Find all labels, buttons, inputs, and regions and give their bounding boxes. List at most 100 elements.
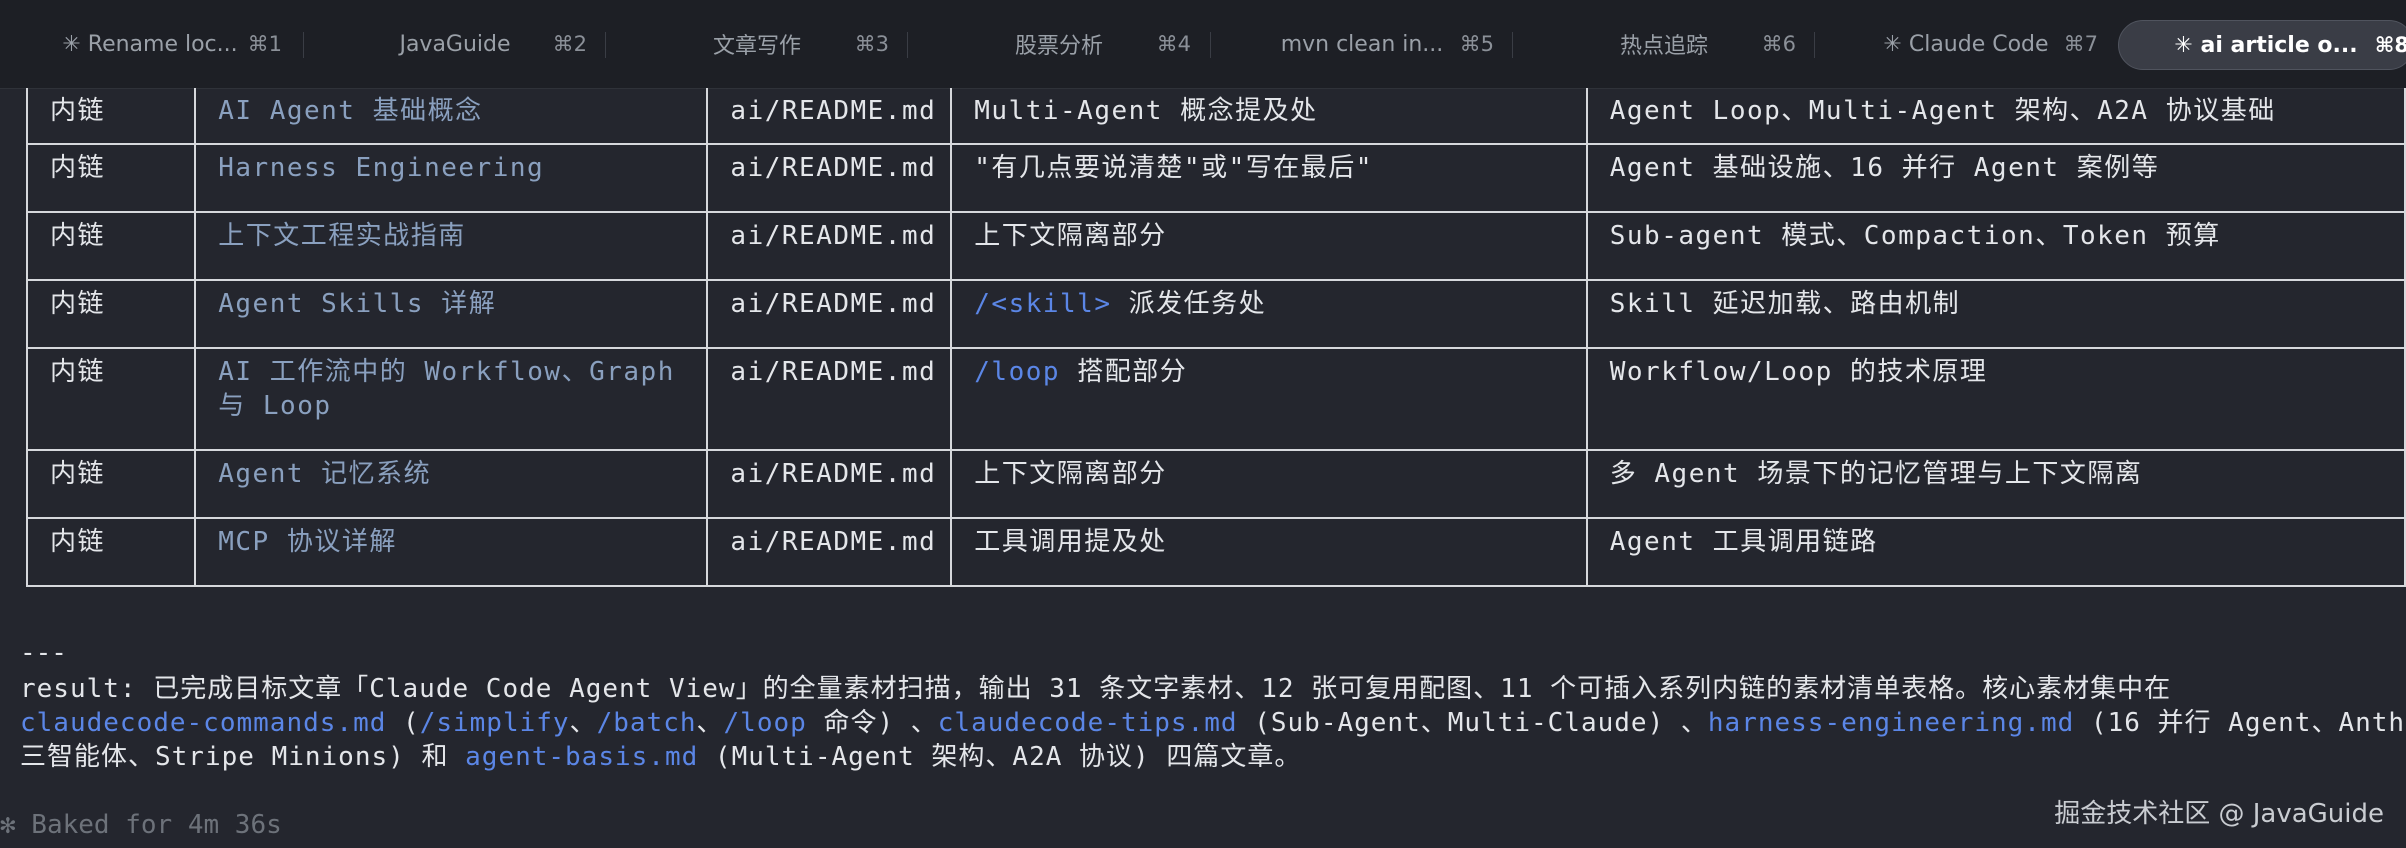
cell-file: ai/README.md: [706, 347, 953, 451]
tab-shortcut: ⌘2: [552, 32, 587, 56]
tab-divider: [605, 32, 606, 58]
cell-type: 内链: [25, 143, 197, 213]
position-text: 上下文隔离部分: [974, 221, 1167, 251]
tab-divider: [1210, 32, 1211, 58]
cell-type: 内链: [25, 449, 197, 519]
tab-divider: [1512, 32, 1513, 58]
position-text: 上下文隔离部分: [974, 459, 1167, 489]
cell-content: 多 Agent 场景下的记忆管理与上下文隔离: [1585, 449, 2406, 519]
position-text: Multi-Agent 概念提及处: [974, 96, 1318, 126]
cell-type: 内链: [25, 211, 197, 281]
command-skill: /<skill>: [974, 289, 1112, 319]
tab-shortcut: ⌘5: [1459, 32, 1494, 56]
tab-shortcut: ⌘3: [854, 32, 889, 56]
result-line: result: 已完成目标文章「Claude Code Agent View」的…: [20, 674, 2172, 704]
command-simplify: /simplify: [419, 708, 570, 738]
watermark: 掘金技术社区 @ JavaGuide: [2054, 799, 2384, 829]
table-row: 内链 Harness Engineering ai/README.md "有几点…: [25, 143, 2406, 213]
position-text: 派发任务处: [1111, 289, 1267, 319]
result-text: (Sub-Agent、Multi-Claude) 、: [1237, 708, 1708, 738]
cell-type: 内链: [25, 347, 197, 451]
cell-article-title[interactable]: 上下文工程实战指南: [194, 211, 709, 281]
result-summary: result: 已完成目标文章「Claude Code Agent View」的…: [20, 672, 2406, 774]
cell-article-title[interactable]: Agent 记忆系统: [194, 449, 709, 519]
tab-shortcut: ⌘4: [1156, 32, 1191, 56]
tab-rename-loc[interactable]: ✳ Rename loc... ⌘1: [0, 20, 300, 68]
cell-article-title[interactable]: MCP 协议详解: [194, 517, 709, 587]
title-line: AI 工作流中的 Workflow、Graph: [218, 357, 675, 387]
cell-file: ai/README.md: [706, 279, 953, 349]
cell-file: ai/README.md: [706, 88, 953, 145]
tab-claude-code[interactable]: ✳ Claude Code ⌘7: [1816, 20, 2116, 68]
tab-divider: [907, 32, 908, 58]
cell-position: /<skill> 派发任务处: [950, 279, 1588, 349]
position-text: "有几点要说清楚"或"写在最后": [974, 153, 1373, 183]
table-row: 内链 Agent 记忆系统 ai/README.md 上下文隔离部分 多 Age…: [25, 449, 2406, 519]
file-link-harness-engineering[interactable]: harness-engineering.md: [1708, 708, 2074, 738]
result-text: (16 并行 Agent、Anthropic: [2090, 708, 2406, 738]
cell-file: ai/README.md: [706, 143, 953, 213]
cell-type: 内链: [25, 88, 197, 145]
command-batch: /batch: [596, 708, 697, 738]
cell-type: 内链: [25, 517, 197, 587]
command-loop: /loop: [974, 357, 1061, 387]
cell-content: Sub-agent 模式、Compaction、Token 预算: [1585, 211, 2406, 281]
tab-bar: ✳ Rename loc... ⌘1 JavaGuide ⌘2 文章写作 ⌘3 …: [0, 0, 2406, 89]
tab-divider: [303, 32, 304, 58]
cell-article-title[interactable]: Harness Engineering: [194, 143, 709, 213]
result-line: 三智能体、Stripe Minions) 和 agent-basis.md (M…: [20, 740, 2406, 774]
cell-article-title[interactable]: AI 工作流中的 Workflow、Graph 与 Loop: [194, 347, 709, 451]
result-text: (: [386, 708, 420, 738]
result-text: 命令) 、: [806, 708, 938, 738]
tab-shortcut: ⌘7: [2063, 32, 2098, 56]
cell-position: 上下文隔离部分: [950, 449, 1588, 519]
tab-hot-tracking[interactable]: 热点追踪 ⌘6: [1514, 20, 1814, 68]
cell-article-title[interactable]: AI Agent 基础概念: [194, 88, 709, 145]
cell-content: Agent 基础设施、16 并行 Agent 案例等: [1585, 143, 2406, 213]
file-link-claudecode-commands[interactable]: claudecode-commands.md: [20, 708, 386, 738]
cell-file: ai/README.md: [706, 517, 953, 587]
tab-shortcut: ⌘8: [2374, 33, 2406, 57]
table-row: 内链 AI Agent 基础概念 ai/README.md Multi-Agen…: [25, 88, 2406, 145]
cell-content: Skill 延迟加载、路由机制: [1585, 279, 2406, 349]
cell-file: ai/README.md: [706, 449, 953, 519]
tab-javaguide[interactable]: JavaGuide ⌘2: [305, 20, 605, 68]
position-text: 工具调用提及处: [974, 527, 1167, 557]
cell-position: Multi-Agent 概念提及处: [950, 88, 1588, 145]
file-link-claudecode-tips[interactable]: claudecode-tips.md: [938, 708, 1238, 738]
cell-position: "有几点要说清楚"或"写在最后": [950, 143, 1588, 213]
table-row: 内链 Agent Skills 详解 ai/README.md /<skill>…: [25, 279, 2406, 349]
table-row: 内链 上下文工程实战指南 ai/README.md 上下文隔离部分 Sub-ag…: [25, 211, 2406, 281]
tab-ai-article-active[interactable]: ✳ ai article o... ⌘8: [2118, 20, 2406, 70]
cell-article-title[interactable]: Agent Skills 详解: [194, 279, 709, 349]
cell-position: 上下文隔离部分: [950, 211, 1588, 281]
tab-shortcut: ⌘6: [1761, 32, 1796, 56]
tab-title: ✳ ai article o...: [2174, 32, 2358, 58]
cell-type: 内链: [25, 279, 197, 349]
result-line: claudecode-commands.md (/simplify、/batch…: [20, 706, 2406, 740]
result-text: 三智能体、Stripe Minions) 和: [20, 742, 466, 772]
cell-file: ai/README.md: [706, 211, 953, 281]
cell-content: Workflow/Loop 的技术原理: [1585, 347, 2406, 451]
result-text: (Multi-Agent 架构、A2A 协议) 四篇文章。: [698, 742, 1302, 772]
command-loop: /loop: [723, 708, 807, 738]
tab-stock-analysis[interactable]: 股票分析 ⌘4: [909, 20, 1209, 68]
tab-mvn-clean[interactable]: mvn clean in... ⌘5: [1212, 20, 1512, 68]
tab-shortcut: ⌘1: [247, 32, 282, 56]
cell-content: Agent Loop、Multi-Agent 架构、A2A 协议基础: [1585, 88, 2406, 145]
separator-text: ---: [20, 638, 67, 668]
status-line: ✻ Baked for 4m 36s: [0, 810, 282, 840]
file-link-agent-basis[interactable]: agent-basis.md: [465, 742, 698, 772]
title-line: 与 Loop: [218, 391, 332, 421]
tab-article-writing[interactable]: 文章写作 ⌘3: [607, 20, 907, 68]
table-row: 内链 AI 工作流中的 Workflow、Graph 与 Loop ai/REA…: [25, 347, 2406, 451]
cell-position: /loop 搭配部分: [950, 347, 1588, 451]
tab-divider: [1814, 32, 1815, 58]
result-text: 、: [569, 708, 597, 738]
cell-content: Agent 工具调用链路: [1585, 517, 2406, 587]
result-text: 、: [696, 708, 724, 738]
material-table: 内链 AI Agent 基础概念 ai/README.md Multi-Agen…: [25, 88, 2406, 587]
table-row: 内链 MCP 协议详解 ai/README.md 工具调用提及处 Agent 工…: [25, 517, 2406, 587]
cell-position: 工具调用提及处: [950, 517, 1588, 587]
position-text: 搭配部分: [1060, 357, 1188, 387]
